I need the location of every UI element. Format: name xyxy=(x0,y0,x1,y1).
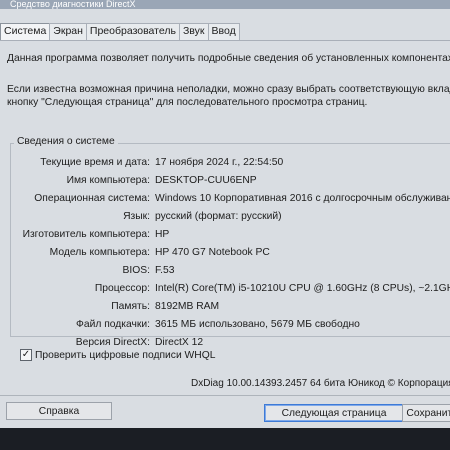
info-row: Память: 8192MB RAM xyxy=(0,300,450,314)
info-value: HP xyxy=(155,229,170,240)
intro-text-2a: Если известна возможная причина неполадк… xyxy=(7,84,450,95)
info-row: Операционная система: Windows 10 Корпорат… xyxy=(0,192,450,206)
whql-checkbox[interactable]: ✓ xyxy=(20,349,32,361)
info-label-cell: Файл подкачки: xyxy=(0,318,150,332)
taskbar-edge xyxy=(0,428,450,450)
info-label-cell: Процессор: xyxy=(0,282,150,296)
info-value: Intel(R) Core(TM) i5-10210U CPU @ 1.60GH… xyxy=(155,283,450,294)
tab-input[interactable]: Ввод xyxy=(207,23,240,40)
info-value: HP 470 G7 Notebook PC xyxy=(155,247,270,258)
info-row: Файл подкачки: 3615 МБ использовано, 5679… xyxy=(0,318,450,332)
info-label-cell: Имя компьютера: xyxy=(0,174,150,188)
whql-option[interactable]: ✓ Проверить цифровые подписи WHQL xyxy=(20,348,215,362)
info-row: Изготовитель компьютера: HP xyxy=(0,228,450,242)
tab-system[interactable]: Система xyxy=(0,23,51,40)
info-row: Процессор: Intel(R) Core(TM) i5-10210U CP… xyxy=(0,282,450,296)
help-button[interactable]: Справка xyxy=(6,402,112,420)
info-label-cell: Память: xyxy=(0,300,150,314)
info-value: 3615 МБ использовано, 5679 МБ свободно xyxy=(155,319,360,330)
info-value: Windows 10 Корпоративная 2016 с долгосро… xyxy=(155,193,450,204)
footer-divider xyxy=(0,395,450,396)
info-row: Язык: русский (формат: русский) xyxy=(0,210,450,224)
info-row: BIOS: F.53 xyxy=(0,264,450,278)
info-label: Операционная система: xyxy=(34,193,150,204)
info-label: Изготовитель компьютера: xyxy=(22,229,150,240)
info-value: DESKTOP-CUU6ENP xyxy=(155,175,257,186)
system-info-legend: Сведения о системе xyxy=(14,136,118,147)
info-label: Файл подкачки: xyxy=(76,319,150,330)
info-label: BIOS: xyxy=(122,265,150,276)
save-info-button[interactable]: Сохранить xyxy=(402,404,450,422)
info-row: Имя компьютера: DESKTOP-CUU6ENP xyxy=(0,174,450,188)
info-label: Текущие время и дата: xyxy=(40,157,150,168)
info-value: 8192MB RAM xyxy=(155,301,220,312)
info-value: F.53 xyxy=(155,265,175,276)
info-value: 17 ноября 2024 г., 22:54:50 xyxy=(155,157,284,168)
info-label-cell: Язык: xyxy=(0,210,150,224)
info-label: Язык: xyxy=(123,211,150,222)
info-label-cell: Операционная система: xyxy=(0,192,150,206)
info-label: Имя компьютера: xyxy=(66,175,150,186)
info-label: Память: xyxy=(111,301,150,312)
window-title: Средство диагностики DirectX xyxy=(0,0,450,9)
dxdiag-version: DxDiag 10.00.14393.2457 64 бита Юникод ©… xyxy=(191,378,450,389)
intro-text-2b: кнопку "Следующая страница" для последов… xyxy=(7,97,368,108)
info-label-cell: BIOS: xyxy=(0,264,150,278)
intro-text-1: Данная программа позволяет получить подр… xyxy=(7,53,450,64)
next-page-button[interactable]: Следующая страница xyxy=(264,404,404,422)
intro-text-2: Если известна возможная причина неполадк… xyxy=(7,83,450,109)
info-label: Модель компьютера: xyxy=(49,247,150,258)
info-value: русский (формат: русский) xyxy=(155,211,282,222)
tab-display[interactable]: Экран xyxy=(49,23,87,40)
info-label-cell: Модель компьютера: xyxy=(0,246,150,260)
tab-bar: Система Экран Преобразователь Звук Ввод xyxy=(0,23,240,40)
dxdiag-window: Средство диагностики DirectX Система Экр… xyxy=(0,0,450,450)
info-row: Текущие время и дата: 17 ноября 2024 г., … xyxy=(0,156,450,170)
info-row: Модель компьютера: HP 470 G7 Notebook PC xyxy=(0,246,450,260)
tab-render[interactable]: Преобразователь xyxy=(85,23,180,40)
whql-label: Проверить цифровые подписи WHQL xyxy=(35,349,216,361)
info-label-cell: Изготовитель компьютера: xyxy=(0,228,150,242)
info-label: Процессор: xyxy=(94,283,150,294)
tab-sound[interactable]: Звук xyxy=(178,23,209,40)
info-label-cell: Текущие время и дата: xyxy=(0,156,150,170)
